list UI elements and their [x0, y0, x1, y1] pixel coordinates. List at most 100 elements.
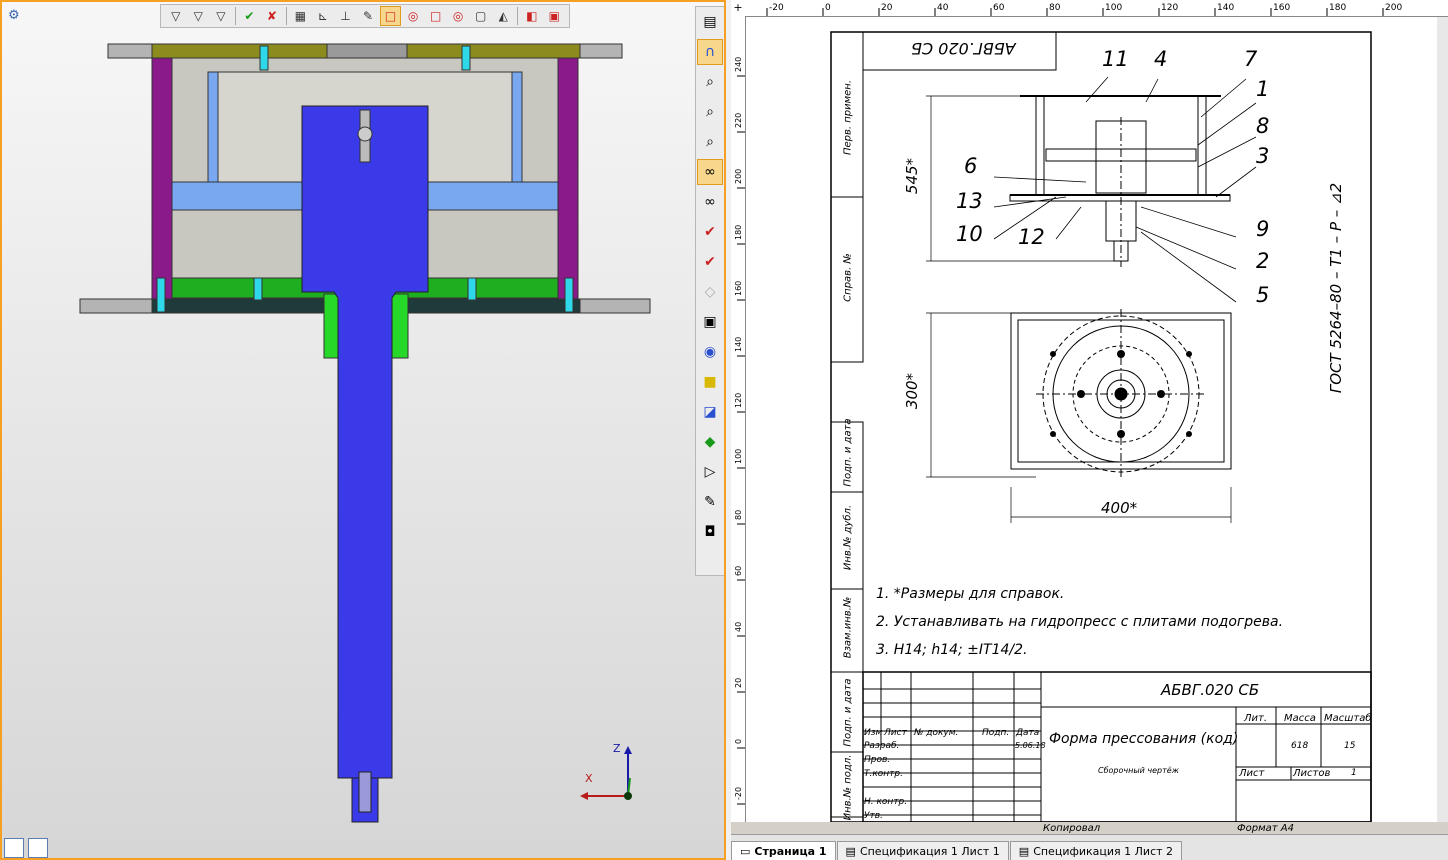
col-doc: № докум. [914, 728, 959, 738]
3d-viewport[interactable]: ⚙ ▽ ▽ ▽ ✔ ✘ ▦ ⊾ ⊥ ✎ □ ◎ □ ◎ ▢ ◭ ◧ ▣ Z X … [0, 0, 726, 860]
wrench-icon[interactable]: ✎ [697, 489, 723, 515]
callout-13: 13 [956, 189, 983, 213]
zoom-in-icon[interactable]: ⌕ [697, 99, 723, 125]
tab-label: Спецификация 1 Лист 2 [1033, 845, 1174, 858]
tab-page-1[interactable]: ▭ Страница 1 [731, 841, 836, 860]
col-list: Лист [884, 728, 907, 738]
box-icon[interactable]: ▣ [697, 309, 723, 335]
ruler-tick-label: 60 [734, 566, 743, 576]
callout-7: 7 [1244, 47, 1258, 71]
ruler-tick-label: 220 [734, 113, 743, 128]
date-value: 5.06.18 [1015, 741, 1046, 750]
listov-value: 1 [1351, 768, 1357, 778]
window-icon[interactable]: ▤ [697, 9, 723, 35]
callout-2: 2 [1256, 249, 1270, 273]
spec-icon: ▤ [1018, 845, 1030, 858]
ruler-tick-label: 40 [734, 622, 743, 632]
zoom-all-icon[interactable]: ⌕ [697, 69, 723, 95]
gost-weld-note: ГОСТ 5264–80 – Т1 – Р – ⊿2 [1327, 182, 1345, 394]
row-razrab: Разраб. [864, 741, 900, 751]
massa-label: Масса [1284, 713, 1316, 724]
ruler-tick-label: -20 [769, 3, 784, 13]
callout-9: 9 [1256, 217, 1270, 241]
ruler-tick-label: 140 [734, 337, 743, 352]
drawing-pane: + -20 0 20 40 60 80 100 120 140 160 180 200 240 220 2… [731, 0, 1448, 860]
row-tkontr: Т.контр. [864, 769, 904, 779]
ruler-tick-label: 180 [734, 225, 743, 240]
view-mode-buttons [4, 838, 48, 858]
glasses-icon[interactable]: ∞ [697, 159, 723, 185]
check-cube-icon[interactable]: ✔ [697, 219, 723, 245]
massa-value: 618 [1291, 741, 1309, 751]
callout-4: 4 [1154, 47, 1168, 71]
assembly-section-view [79, 43, 651, 823]
ruler-tick-label: 0 [734, 739, 743, 744]
lit-label: Лит. [1244, 713, 1268, 724]
ruler-tick-label: 160 [1273, 3, 1290, 13]
ruler-tick-label: 60 [993, 3, 1005, 13]
format-label: Формат А4 [1237, 823, 1294, 834]
zoom-out-icon[interactable]: ⌕ [697, 129, 723, 155]
title-designation: АБВГ.020 СБ [1161, 681, 1260, 699]
list-label: Лист [1239, 768, 1265, 779]
ruler-tick-label: 20 [881, 3, 893, 13]
ruler-tick-label: 180 [1329, 3, 1346, 13]
ruler-top: -20 0 20 40 60 80 100 120 140 160 180 200 [745, 0, 1448, 17]
col-date: Дата [1016, 728, 1040, 738]
page-icon: ▭ [740, 845, 751, 858]
note-2: 2. Устанавливать на гидропресс с плитами… [876, 614, 1284, 630]
vertical-scrollbar[interactable] [1437, 17, 1448, 822]
side-label-perv-primen: Перв. примен. [842, 79, 854, 156]
ruler-corner-icon: + [731, 0, 746, 17]
ruler-tick-label: 80 [734, 510, 743, 520]
split-view-icon[interactable] [4, 838, 24, 858]
ruler-tick-label: 200 [1385, 3, 1402, 13]
tab-spec-1-sheet-1[interactable]: ▤ Спецификация 1 Лист 1 [836, 841, 1009, 860]
ruler-tick-label: 200 [734, 169, 743, 184]
camera-icon[interactable]: ◘ [697, 519, 723, 545]
vertical-toolbar: ▤ ∩ ⌕ ⌕ ⌕ ∞ ∞ ✔ ✔ ◇ ▣ ◉ ■ ◪ ◆ ▷ ✎ ◘ [695, 6, 724, 576]
single-view-icon[interactable] [28, 838, 48, 858]
view-glasses-icon[interactable]: ∞ [697, 189, 723, 215]
designation-mirrored: АБВГ.020 СБ [911, 39, 1016, 58]
side-label-podp-data-1: Подп. и дата [842, 418, 854, 487]
magnet-icon[interactable]: ∩ [697, 39, 723, 65]
tab-label: Страница 1 [754, 845, 827, 858]
note-3: 3. H14; h14; ±IT14/2. [876, 642, 1028, 658]
callout-10: 10 [956, 222, 983, 246]
ruler-tick-label: 240 [734, 57, 743, 72]
ruler-tick-label: 100 [1105, 3, 1122, 13]
masshtab-label: Масштаб [1324, 713, 1372, 724]
side-label-podp-data-2: Подп. и дата [842, 678, 854, 747]
sphere-icon[interactable]: ◉ [697, 339, 723, 365]
side-label-vzam-inv: Взам.инв.№ [842, 596, 854, 659]
callout-5: 5 [1256, 283, 1270, 307]
arrow-cube-icon[interactable]: ◪ [697, 399, 723, 425]
side-label-inv-dubl: Инв.№ дубл. [842, 504, 854, 571]
green-cube-icon[interactable]: ◆ [697, 429, 723, 455]
projection-icon[interactable]: ▷ [697, 459, 723, 485]
callout-12: 12 [1018, 225, 1045, 249]
side-label-sprav: Справ. № [842, 253, 854, 302]
yellow-square-icon[interactable]: ■ [697, 369, 723, 395]
axis-z-label: Z [613, 742, 621, 755]
ruler-left: 240220200180160140120100806040200-20 [731, 16, 746, 822]
ruler-tick-label: 120 [734, 393, 743, 408]
row-prov: Пров. [864, 755, 891, 765]
ruler-tick-label: 100 [734, 449, 743, 464]
title-doc-type: Сборочный чертёж [1098, 766, 1179, 775]
drawing-sheet[interactable]: АБВГ.020 СБ Перв. примен. Справ. № Подп.… [746, 17, 1448, 822]
title-name: Форма прессования (код) [1049, 731, 1239, 747]
listov-label: Листов [1293, 768, 1331, 779]
ruler-tick-label: 80 [1049, 3, 1061, 13]
row-utv: Утв. [864, 811, 883, 821]
ruler-tick-label: 0 [825, 3, 831, 13]
dimension-400: 400* [1101, 499, 1138, 517]
ruler-tick-label: 120 [1161, 3, 1178, 13]
ruler-tick-label: 140 [1217, 3, 1234, 13]
double-check-icon[interactable]: ✔ [697, 249, 723, 275]
axis-x-label: X [585, 772, 593, 785]
spec-icon: ▤ [845, 845, 856, 858]
col-izm: Изм [864, 728, 883, 738]
tab-spec-1-sheet-2[interactable]: ▤ Спецификация 1 Лист 2 [1009, 841, 1183, 860]
